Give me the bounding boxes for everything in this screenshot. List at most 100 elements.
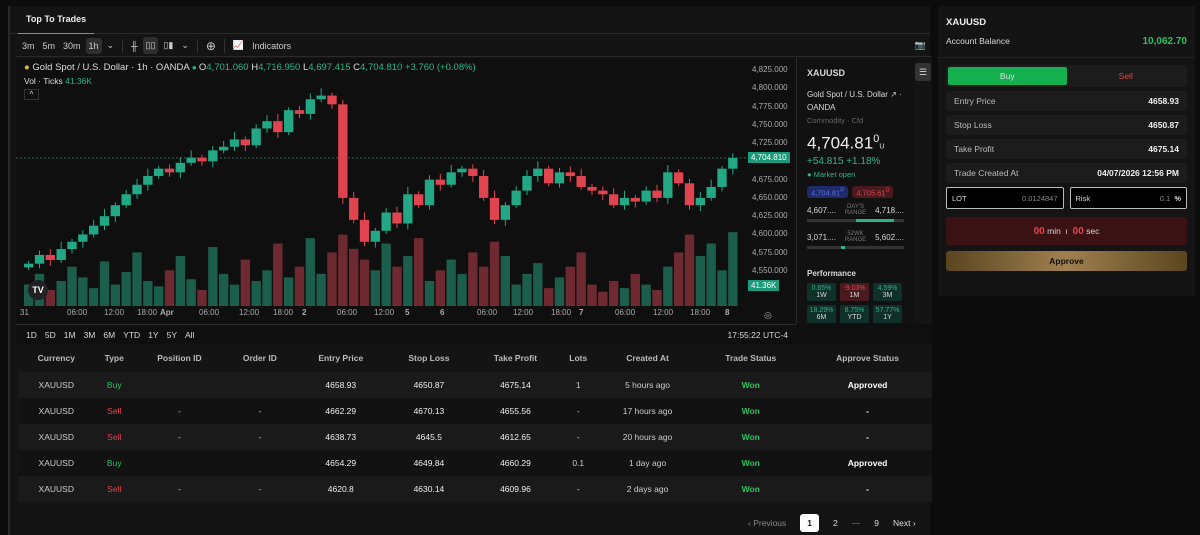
next-button[interactable]: Next › xyxy=(893,518,916,528)
table-cell xyxy=(133,372,225,398)
candle xyxy=(338,104,348,198)
table-cell: XAUUSD xyxy=(18,476,95,502)
volume-bar xyxy=(381,243,391,306)
approve-button[interactable]: Approve xyxy=(946,251,1187,271)
column-header[interactable]: Entry Price xyxy=(294,344,387,372)
lot-input[interactable]: LOT 0.0124847 xyxy=(946,187,1064,209)
info-name[interactable]: Gold Spot / U.S. Dollar xyxy=(807,90,888,99)
indicators-icon[interactable]: 📈 xyxy=(230,37,247,54)
day-range-bar xyxy=(807,219,904,223)
column-header[interactable]: Type xyxy=(94,344,134,372)
time-tick: 6 xyxy=(440,308,445,317)
table-row[interactable]: XAUUSD Sell - -4638.73 4645.5 4612.65-20 hour… xyxy=(18,424,932,450)
interval-1h[interactable]: 1h xyxy=(85,37,102,54)
column-header[interactable]: Stop Loss xyxy=(386,344,472,372)
table-cell: - xyxy=(803,398,932,424)
price-chart[interactable]: ● Gold Spot / U.S. Dollar · 1h · OANDA ●… xyxy=(16,58,932,344)
risk-input[interactable]: Risk 0.1 % xyxy=(1069,187,1187,209)
candle xyxy=(186,157,196,163)
table-row[interactable]: XAUUSD Sell - -4620.8 4630.14 4609.96-2 days … xyxy=(18,476,932,502)
perf-cell[interactable]: 8.75% YTD xyxy=(840,305,869,324)
bid-badge[interactable]: 4,704.81P xyxy=(807,185,849,199)
balance-label: Account Balance xyxy=(946,36,1010,46)
range-1m[interactable]: 1M xyxy=(64,330,76,340)
buy-button[interactable]: Buy xyxy=(948,67,1067,85)
interval-5m[interactable]: 5m xyxy=(40,38,59,54)
candlestick-chart[interactable] xyxy=(16,58,796,344)
chevron-down-icon[interactable]: ⌄ xyxy=(178,37,192,54)
volume-bar xyxy=(262,270,272,306)
candle xyxy=(576,175,586,187)
range-all[interactable]: All xyxy=(185,330,194,340)
camera-icon[interactable]: 📷 xyxy=(915,40,926,51)
range-ytd[interactable]: YTD xyxy=(123,330,140,340)
column-header[interactable]: Created At xyxy=(596,344,699,372)
close-value: 4,704.810 xyxy=(360,62,403,73)
chevron-down-icon[interactable]: ⌄ xyxy=(104,37,118,54)
table-cell: - xyxy=(224,476,295,502)
perf-cell[interactable]: -9.03% 1M xyxy=(840,283,869,302)
candle xyxy=(609,194,619,206)
interval-30m[interactable]: 30m xyxy=(60,38,84,54)
range-1d[interactable]: 1D xyxy=(26,330,37,340)
candlestick-icon[interactable]: ▯▯ xyxy=(142,37,159,54)
tradingview-logo[interactable]: TV xyxy=(28,280,48,300)
candle xyxy=(522,175,532,191)
price-axis[interactable]: 4,825.000 4,800.000 4,775.000 4,750.000 4,72… xyxy=(746,58,796,324)
table-row[interactable]: XAUUSD Buy 4654.29 4649.84 4660.29 0.1 1 day a… xyxy=(18,450,932,476)
column-header[interactable]: Currency xyxy=(18,344,95,372)
range-6m[interactable]: 6M xyxy=(103,330,115,340)
tab-top-to-trades[interactable]: Top To Trades xyxy=(18,6,95,34)
indicators-button[interactable]: Indicators xyxy=(249,38,294,54)
candle xyxy=(457,168,467,173)
candle xyxy=(598,190,608,195)
candle xyxy=(403,194,413,224)
collapse-button[interactable]: ^ xyxy=(24,89,39,100)
range-5y[interactable]: 5Y xyxy=(167,330,177,340)
time-tick: 8 xyxy=(725,308,730,317)
time-tick: 18:00 xyxy=(690,308,711,317)
perf-cell[interactable]: 0.65% 1W xyxy=(807,283,836,302)
perf-cell[interactable]: 57.77% 1Y xyxy=(873,305,902,324)
chart-type-icon[interactable]: ▯▮ xyxy=(160,37,176,54)
bar-chart-icon[interactable]: ╫ xyxy=(128,38,140,54)
table-cell: Approved xyxy=(803,450,932,476)
time-tick: 12:00 xyxy=(513,308,534,317)
interval-3m[interactable]: 3m xyxy=(19,38,38,54)
column-header[interactable]: Order ID xyxy=(224,344,295,372)
candle xyxy=(164,168,175,173)
table-cell: - xyxy=(559,398,597,424)
range-5d[interactable]: 5D xyxy=(45,330,56,340)
details-icon[interactable]: ☰ xyxy=(915,63,931,81)
column-header[interactable]: Take Profit xyxy=(471,344,560,372)
time-axis[interactable]: 31 06:00 12:00 18:00 Apr 06:00 12:00 18:00 2 06:0… xyxy=(16,308,746,322)
candle xyxy=(468,168,478,176)
column-header[interactable]: Position ID xyxy=(133,344,225,372)
table-cell: - xyxy=(559,424,597,450)
column-header[interactable]: Trade Status xyxy=(698,344,804,372)
page-1[interactable]: 1 xyxy=(800,514,820,532)
volume-bar xyxy=(468,252,478,306)
perf-cell[interactable]: 18.29% 6M xyxy=(807,305,836,324)
volume-bar xyxy=(684,234,695,306)
table-cell: XAUUSD xyxy=(18,424,95,450)
settings-icon[interactable]: ◎ xyxy=(764,310,772,321)
range-3m[interactable]: 3M xyxy=(84,330,96,340)
add-compare-icon[interactable]: ⊕ xyxy=(203,36,219,56)
ask-badge[interactable]: 4,705.610 xyxy=(852,185,894,199)
previous-button[interactable]: ‹ Previous xyxy=(748,518,786,528)
page-9[interactable]: 9 xyxy=(874,518,879,528)
column-header[interactable]: Lots xyxy=(559,344,597,372)
table-row[interactable]: XAUUSD Sell - -4662.29 4670.13 4655.56-17 hou… xyxy=(18,398,932,424)
volume-bar xyxy=(110,284,120,306)
candle xyxy=(641,190,651,202)
column-header[interactable]: Approve Status xyxy=(803,344,932,372)
volume-bar xyxy=(251,281,261,306)
sell-button[interactable]: Sell xyxy=(1067,67,1186,85)
range-1y[interactable]: 1Y xyxy=(148,330,158,340)
table-row[interactable]: XAUUSD Buy 4658.93 4650.87 4675.14 1 5 hours a… xyxy=(18,372,932,398)
page-ellipsis[interactable]: ··· xyxy=(852,518,861,528)
page-2[interactable]: 2 xyxy=(833,518,838,528)
side-toggle: Buy Sell xyxy=(946,65,1187,87)
perf-cell[interactable]: 4.59% 3M xyxy=(873,283,902,302)
